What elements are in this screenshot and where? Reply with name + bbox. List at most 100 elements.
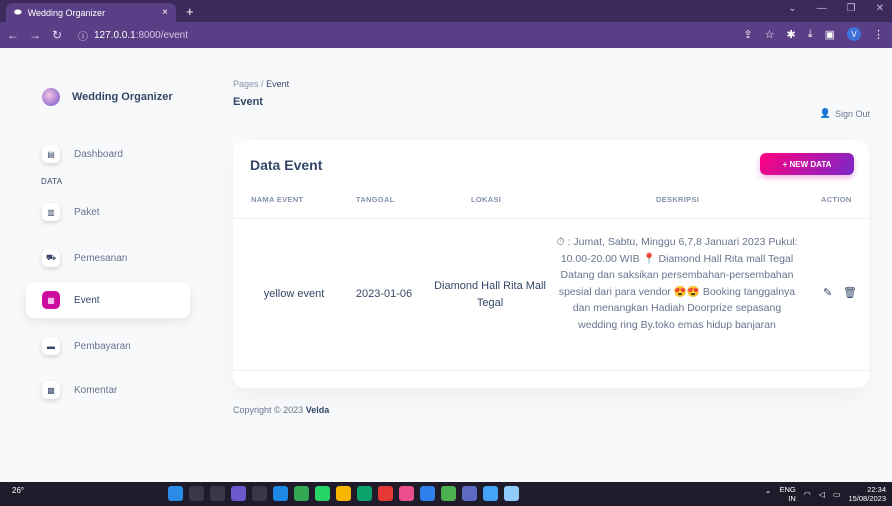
app-content: Wedding Organizer ▤ Dashboard DATA ▥ Pak… bbox=[0, 48, 892, 482]
whatsapp-icon[interactable] bbox=[315, 486, 330, 501]
new-tab-button[interactable]: + bbox=[186, 4, 194, 19]
app-icon[interactable] bbox=[273, 486, 288, 501]
copyright: Copyright © 2023 Velda bbox=[233, 405, 329, 415]
sidebar-item-event[interactable]: ▦ Event bbox=[26, 282, 190, 318]
browser-tab-bar: ⬬ Wedding Organizer × + ⌄ — ❐ ✕ bbox=[0, 0, 892, 22]
window-controls: ⌄ — ❐ ✕ bbox=[788, 3, 884, 14]
breadcrumb-root[interactable]: Pages bbox=[233, 79, 259, 89]
col-header-action: ACTION bbox=[821, 195, 852, 204]
volume-icon[interactable]: ◁ bbox=[819, 490, 825, 499]
sidebar-section-data: DATA bbox=[41, 177, 63, 186]
sidepanel-icon[interactable]: ▣ bbox=[825, 28, 835, 41]
weather-widget[interactable]: 26° bbox=[12, 486, 24, 495]
menu-dots-icon[interactable]: ⋮ bbox=[873, 28, 884, 41]
url-path: :8000/event bbox=[135, 29, 188, 41]
browser-tab[interactable]: ⬬ Wedding Organizer × bbox=[6, 3, 176, 22]
col-header-tanggal: TANGGAL bbox=[356, 195, 395, 204]
os-taskbar: 26° ⌃ ENG IN ◠ ◁ ▭ 22:34 15/08/2023 bbox=[0, 482, 892, 506]
site-info-icon[interactable]: ⓘ bbox=[78, 28, 88, 43]
tab-title: Wedding Organizer bbox=[27, 7, 106, 18]
cell-lokasi: Diamond Hall Rita Mall Tegal bbox=[434, 280, 546, 309]
data-event-card: Data Event + NEW DATA NAMA EVENT TANGGAL… bbox=[233, 140, 869, 388]
file-explorer-icon[interactable] bbox=[336, 486, 351, 501]
browser-address-bar: ← → ↻ ⓘ 127.0.0.1:8000/event ⇪ ☆ ✱ ⤓ ▣ V… bbox=[0, 22, 892, 48]
sign-out-link[interactable]: 👤 Sign Out bbox=[820, 108, 870, 119]
system-tray: ⌃ ENG IN ◠ ◁ ▭ 22:34 15/08/2023 bbox=[765, 485, 886, 503]
reload-icon[interactable]: ↻ bbox=[48, 28, 66, 42]
payment-icon: ▬ bbox=[42, 337, 60, 355]
trash-icon[interactable]: 🗑 bbox=[843, 286, 857, 299]
sidebar-item-label: Komentar bbox=[74, 384, 118, 396]
browser-actions: ⇪ ☆ ✱ ⤓ ▣ V ⋮ bbox=[743, 27, 884, 41]
taskbar-apps bbox=[168, 486, 519, 501]
cell-nama-event: yellow event bbox=[263, 288, 325, 300]
new-data-button[interactable]: + NEW DATA bbox=[760, 153, 854, 175]
cell-deskripsi: ⏱ : Jumat, Sabtu, Minggu 6,7,8 Januari 2… bbox=[556, 236, 798, 331]
sidebar-item-komentar[interactable]: ▩ Komentar bbox=[26, 372, 190, 408]
sidebar-item-label: Pembayaran bbox=[74, 340, 131, 352]
app-icon[interactable] bbox=[441, 486, 456, 501]
brand-name: Wedding Organizer bbox=[72, 91, 173, 103]
brand[interactable]: Wedding Organizer bbox=[18, 82, 173, 112]
vscode-icon[interactable] bbox=[420, 486, 435, 501]
app-icon[interactable] bbox=[357, 486, 372, 501]
header-divider bbox=[233, 218, 869, 219]
cart-icon: ⛟ bbox=[42, 249, 60, 267]
app-icon[interactable] bbox=[483, 486, 498, 501]
terminal-icon[interactable] bbox=[462, 486, 477, 501]
sidebar-item-pemesanan[interactable]: ⛟ Pemesanan bbox=[26, 240, 190, 276]
bookmark-star-icon[interactable]: ☆ bbox=[765, 28, 775, 41]
sidebar-item-paket[interactable]: ▥ Paket bbox=[26, 194, 190, 230]
sidebar-item-label: Dashboard bbox=[74, 148, 123, 160]
user-icon: 👤 bbox=[819, 108, 831, 118]
meet-icon[interactable] bbox=[231, 486, 246, 501]
url-field[interactable]: ⓘ 127.0.0.1:8000/event bbox=[78, 28, 188, 43]
sidebar-item-label: Paket bbox=[74, 206, 100, 218]
app-icon[interactable] bbox=[399, 486, 414, 501]
copyright-name: Velda bbox=[305, 405, 330, 415]
edit-user-icon[interactable]: ✎ bbox=[823, 286, 832, 299]
tab-close-icon[interactable]: × bbox=[162, 7, 168, 18]
page-title: Event bbox=[233, 96, 263, 108]
chevron-down-icon[interactable]: ⌄ bbox=[788, 3, 796, 14]
url-host: 127.0.0.1 bbox=[94, 29, 136, 41]
back-icon[interactable]: ← bbox=[4, 28, 22, 42]
share-icon[interactable]: ⇪ bbox=[743, 28, 752, 41]
download-icon[interactable]: ⤓ bbox=[808, 28, 813, 41]
row-divider bbox=[233, 370, 869, 371]
cell-tanggal: 2023-01-06 bbox=[355, 288, 413, 300]
site-favicon-icon: ⬬ bbox=[14, 7, 22, 17]
sidebar-item-pembayaran[interactable]: ▬ Pembayaran bbox=[26, 328, 190, 364]
breadcrumb: Pages / Event bbox=[233, 79, 289, 89]
restore-icon[interactable]: ❐ bbox=[847, 3, 856, 14]
chevron-up-icon[interactable]: ⌃ bbox=[765, 490, 772, 499]
app-icon[interactable] bbox=[504, 486, 519, 501]
profile-avatar[interactable]: V bbox=[847, 27, 861, 41]
chrome-icon[interactable] bbox=[294, 486, 309, 501]
card-title: Data Event bbox=[250, 157, 323, 173]
opera-icon[interactable] bbox=[378, 486, 393, 501]
breadcrumb-current: Event bbox=[266, 79, 290, 89]
calendar-icon: ▦ bbox=[42, 291, 60, 309]
wifi-icon[interactable]: ◠ bbox=[804, 490, 811, 499]
extensions-icon[interactable]: ✱ bbox=[787, 28, 796, 41]
col-header-nama-event: NAMA EVENT bbox=[251, 195, 304, 204]
minimize-icon[interactable]: — bbox=[817, 3, 827, 14]
close-window-icon[interactable]: ✕ bbox=[876, 3, 884, 14]
breadcrumb-separator: / bbox=[261, 79, 264, 89]
brand-logo-icon bbox=[42, 88, 60, 106]
store-icon[interactable] bbox=[252, 486, 267, 501]
search-icon[interactable] bbox=[189, 486, 204, 501]
dashboard-icon: ▤ bbox=[42, 145, 60, 163]
sidebar-item-label: Event bbox=[74, 294, 100, 306]
battery-icon[interactable]: ▭ bbox=[833, 490, 841, 499]
sidebar: Wedding Organizer ▤ Dashboard DATA ▥ Pak… bbox=[18, 48, 190, 482]
task-view-icon[interactable] bbox=[210, 486, 225, 501]
sidebar-item-dashboard[interactable]: ▤ Dashboard bbox=[26, 136, 190, 172]
sign-out-label: Sign Out bbox=[834, 108, 870, 119]
forward-icon[interactable]: → bbox=[26, 28, 44, 42]
language-indicator[interactable]: ENG IN bbox=[779, 485, 795, 503]
clock[interactable]: 22:34 15/08/2023 bbox=[848, 485, 886, 503]
sidebar-item-label: Pemesanan bbox=[74, 252, 128, 264]
start-icon[interactable] bbox=[168, 486, 183, 501]
